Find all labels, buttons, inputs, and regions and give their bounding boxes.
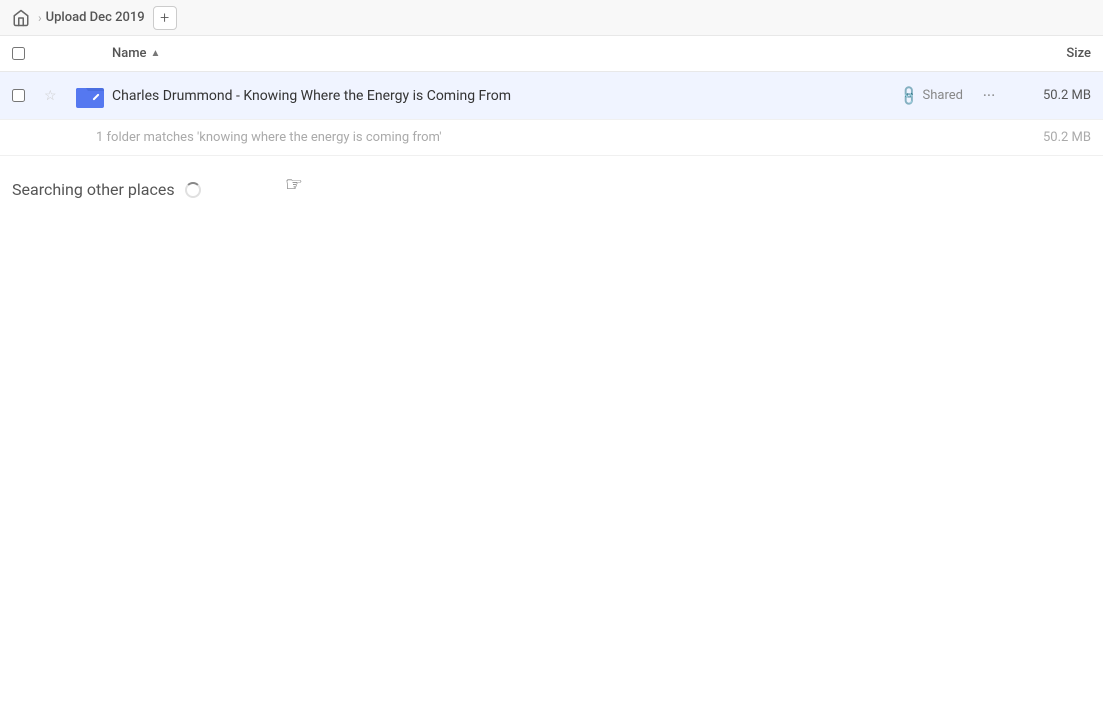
- file-size: 50.2 MB: [1011, 88, 1091, 103]
- file-name: Charles Drummond - Knowing Where the Ene…: [112, 88, 901, 104]
- name-column-label: Name: [112, 46, 147, 61]
- file-row[interactable]: ☆ Charles Drummond - Knowing Where the E…: [0, 72, 1103, 120]
- match-info-row: 1 folder matches 'knowing where the ener…: [0, 120, 1103, 156]
- breadcrumb-bar: › Upload Dec 2019 +: [0, 0, 1103, 36]
- shared-badge: 🔗 Shared: [901, 88, 963, 104]
- searching-label: Searching other places: [12, 180, 175, 199]
- home-button[interactable]: [12, 9, 30, 27]
- folder-icon: [76, 84, 104, 108]
- add-button[interactable]: +: [153, 6, 177, 30]
- sort-arrow-icon: ▲: [151, 48, 161, 59]
- folder-icon-wrap: [76, 82, 104, 110]
- size-column-header[interactable]: Size: [1011, 46, 1091, 61]
- breadcrumb-chevron: ›: [38, 11, 42, 25]
- match-text: 1 folder matches 'knowing where the ener…: [96, 130, 1011, 145]
- loading-spinner: [185, 182, 201, 198]
- breadcrumb-folder-label[interactable]: Upload Dec 2019: [46, 10, 145, 25]
- select-all-checkbox[interactable]: [12, 47, 25, 60]
- file-checkbox-wrap[interactable]: [12, 89, 36, 102]
- star-button[interactable]: ☆: [44, 88, 68, 104]
- match-size: 50.2 MB: [1011, 130, 1091, 145]
- name-column-header[interactable]: Name ▲: [112, 46, 1011, 61]
- more-options-button[interactable]: ···: [975, 82, 1003, 110]
- searching-section: Searching other places: [0, 156, 1103, 223]
- shared-label: Shared: [923, 88, 963, 103]
- column-headers: Name ▲ Size: [0, 36, 1103, 72]
- header-checkbox[interactable]: [12, 47, 36, 60]
- link-icon: 🔗: [898, 84, 922, 108]
- file-checkbox[interactable]: [12, 89, 25, 102]
